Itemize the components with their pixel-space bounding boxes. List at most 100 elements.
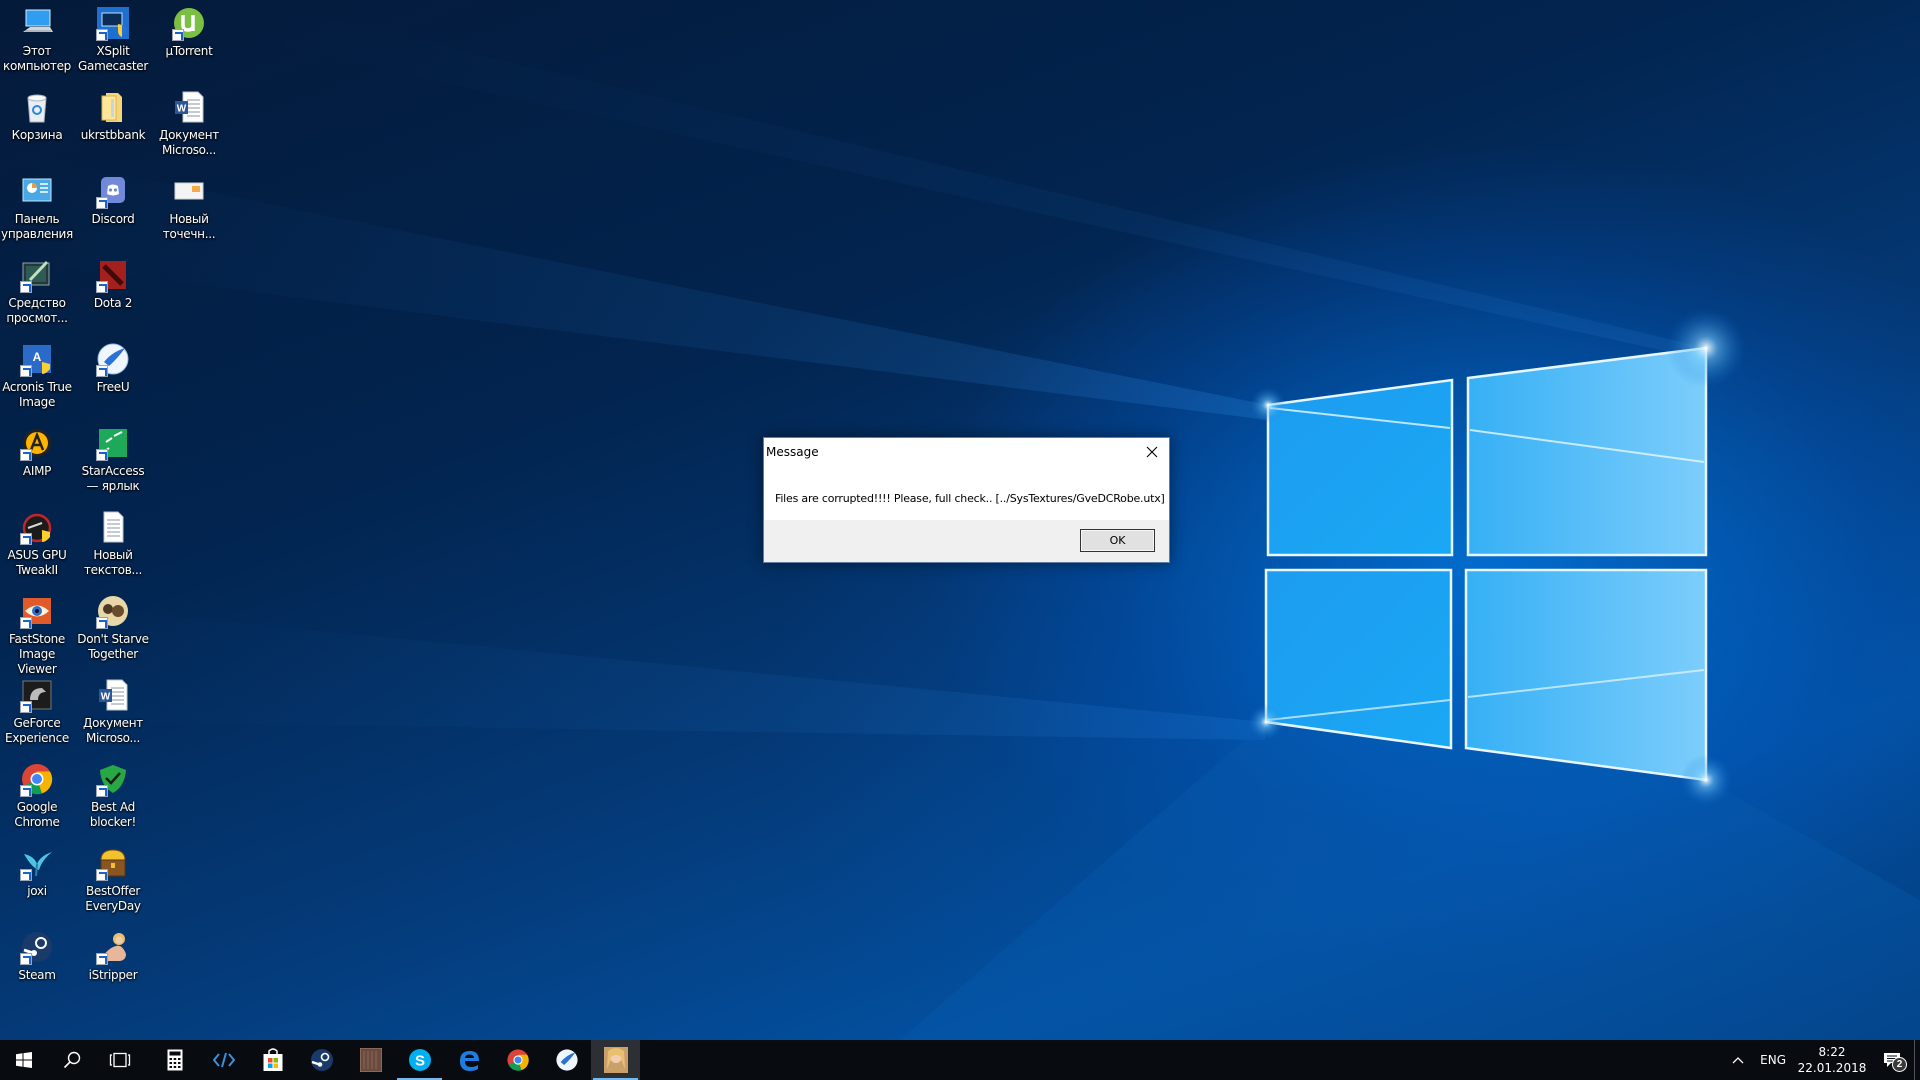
desktop-icon-label: Корзина: [11, 128, 63, 142]
desktop-icon-treasure-chest[interactable]: BestOffer EveryDay: [76, 840, 150, 920]
desktop-icon-steam[interactable]: Steam: [0, 924, 74, 1004]
bitmap-image-icon: [172, 174, 206, 208]
taskbar-app-istripper[interactable]: [591, 1040, 640, 1080]
desktop-icon-dota2[interactable]: Dota 2: [76, 252, 150, 332]
message-dialog: Message Files are corrupted!!!! Please, …: [763, 437, 1170, 563]
desktop-icon-geforce[interactable]: GeForce Experience: [0, 672, 74, 752]
code-brackets-icon: [212, 1051, 235, 1069]
desktop-icon-label: GeForce Experience: [5, 716, 69, 745]
taskbar-app-code-editor[interactable]: [199, 1040, 248, 1080]
desktop-icon-adblocker-shield[interactable]: Best Ad blocker!: [76, 756, 150, 836]
desktop-icon-freeu[interactable]: FreeU: [76, 336, 150, 416]
taskbar-app-edge[interactable]: [444, 1040, 493, 1080]
shortcut-arrow-icon: [96, 617, 108, 629]
desktop-icon-this-pc[interactable]: Этот компьютер: [0, 0, 74, 80]
word-document-icon: W: [96, 678, 130, 712]
start-button[interactable]: [0, 1040, 48, 1080]
svg-text:W: W: [101, 692, 111, 703]
show-hidden-icons-button[interactable]: [1724, 1040, 1752, 1080]
action-center-button[interactable]: 2: [1870, 1040, 1914, 1080]
desktop-icon-viewer-tool[interactable]: Средство просмот...: [0, 252, 74, 332]
svg-text:W: W: [177, 104, 187, 115]
clock[interactable]: 8:22 22.01.2018: [1794, 1040, 1870, 1080]
shortcut-arrow-icon: [96, 281, 108, 293]
desktop-icon-chrome[interactable]: Google Chrome: [0, 756, 74, 836]
desktop-icon-label: Новый точечн...: [162, 212, 216, 241]
desktop-icon-folder[interactable]: ukrstbbank: [76, 84, 150, 164]
desktop-icon-label: Средство просмот...: [6, 296, 68, 325]
desktop-icon-label: iStripper: [88, 968, 138, 982]
desktop-icon-joxi-bird[interactable]: joxi: [0, 840, 74, 920]
dialog-titlebar[interactable]: Message: [764, 438, 1169, 466]
desktop-icon-faststone[interactable]: FastStone Image Viewer: [0, 588, 74, 676]
taskbar-app-steam[interactable]: [297, 1040, 346, 1080]
taskbar-app-calculator[interactable]: [150, 1040, 199, 1080]
shortcut-arrow-icon: [96, 785, 108, 797]
word-document-icon: W: [172, 90, 206, 124]
desktop-icon-label: ASUS GPU TweakII: [7, 548, 67, 577]
desktop-icon-label: Новый текстов...: [83, 548, 143, 577]
shortcut-arrow-icon: [172, 29, 184, 41]
task-view-icon: [109, 1052, 131, 1068]
svg-text:A: A: [33, 350, 42, 364]
dont-starve-icon: [96, 594, 130, 629]
steam-icon: [310, 1048, 334, 1072]
desktop-icon-istripper[interactable]: iStripper: [76, 924, 150, 1004]
desktop-icon-xsplit[interactable]: XSplit Gamecaster: [76, 0, 150, 80]
chrome-icon: [20, 762, 54, 797]
desktop-icon-label: FastStone Image Viewer: [8, 632, 66, 676]
taskbar-app-chrome[interactable]: [493, 1040, 542, 1080]
desktop-icon-discord[interactable]: Discord: [76, 168, 150, 248]
shortcut-arrow-icon: [20, 953, 32, 965]
desktop-icon-label: joxi: [27, 884, 47, 898]
desktop-icon-aimp[interactable]: AIMP: [0, 420, 74, 500]
system-tray: ENG 8:22 22.01.2018 2: [1724, 1040, 1920, 1080]
discord-icon: [96, 174, 130, 209]
clock-date: 22.01.2018: [1797, 1061, 1867, 1075]
dialog-footer: OK: [764, 520, 1169, 562]
desktop-icon-label: XSplit Gamecaster: [78, 44, 148, 73]
dialog-close-button[interactable]: [1135, 438, 1169, 466]
show-desktop-button[interactable]: [1914, 1040, 1920, 1080]
desktop-icon-bitmap-image[interactable]: Новый точечн...: [152, 168, 226, 248]
desktop-icon-label: µTorrent: [165, 44, 213, 58]
taskbar-app-game-app[interactable]: [346, 1040, 395, 1080]
freeu-icon: [555, 1048, 579, 1072]
desktop-icon-label: Этот компьютер: [3, 44, 71, 73]
shortcut-arrow-icon: [20, 281, 32, 293]
staraccess-icon: [96, 426, 130, 461]
shortcut-arrow-icon: [96, 365, 108, 377]
desktop-icon-word-document[interactable]: W Документ Microso...: [152, 84, 226, 164]
desktop-icon-staraccess[interactable]: StarAccess — ярлык: [76, 420, 150, 500]
taskbar-app-freeu[interactable]: [542, 1040, 591, 1080]
taskbar-pinned-apps: S: [150, 1040, 640, 1080]
faststone-icon: [20, 594, 54, 629]
ok-button[interactable]: OK: [1080, 529, 1155, 552]
desktop-icon-asus-gpu-tweak[interactable]: ASUS GPU TweakII: [0, 504, 74, 584]
desktop-icon-control-panel[interactable]: Панель управления: [0, 168, 74, 248]
desktop-icon-recycle-bin[interactable]: Корзина: [0, 84, 74, 164]
adblocker-shield-icon: [96, 762, 130, 797]
desktop-icon-dont-starve[interactable]: Don't Starve Together: [76, 588, 150, 668]
taskbar-app-microsoft-store[interactable]: [248, 1040, 297, 1080]
steam-icon: [20, 930, 54, 965]
shortcut-arrow-icon: [20, 869, 32, 881]
search-icon: [63, 1051, 81, 1069]
shortcut-arrow-icon: [20, 617, 32, 629]
desktop-icon-word-document[interactable]: W Документ Microso...: [76, 672, 150, 752]
desktop-icon-text-document[interactable]: Новый текстов...: [76, 504, 150, 584]
desktop-icon-label: BestOffer EveryDay: [85, 884, 141, 913]
input-language-indicator[interactable]: ENG: [1752, 1040, 1794, 1080]
desktop-icon-utorrent[interactable]: µTorrent: [152, 0, 226, 80]
dialog-message: Files are corrupted!!!! Please, full che…: [775, 492, 1165, 505]
search-button[interactable]: [48, 1040, 96, 1080]
desktop-icon-label: Документ Microso...: [83, 716, 143, 745]
skype-icon: S: [408, 1048, 432, 1072]
svg-text:S: S: [414, 1053, 424, 1070]
desktop-icon-acronis[interactable]: A Acronis True Image: [0, 336, 74, 416]
utorrent-icon: [172, 6, 206, 41]
desktop-icon-label: Dota 2: [93, 296, 133, 310]
taskbar-app-skype[interactable]: S: [395, 1040, 444, 1080]
task-view-button[interactable]: [96, 1040, 144, 1080]
folder-icon: [96, 90, 130, 124]
